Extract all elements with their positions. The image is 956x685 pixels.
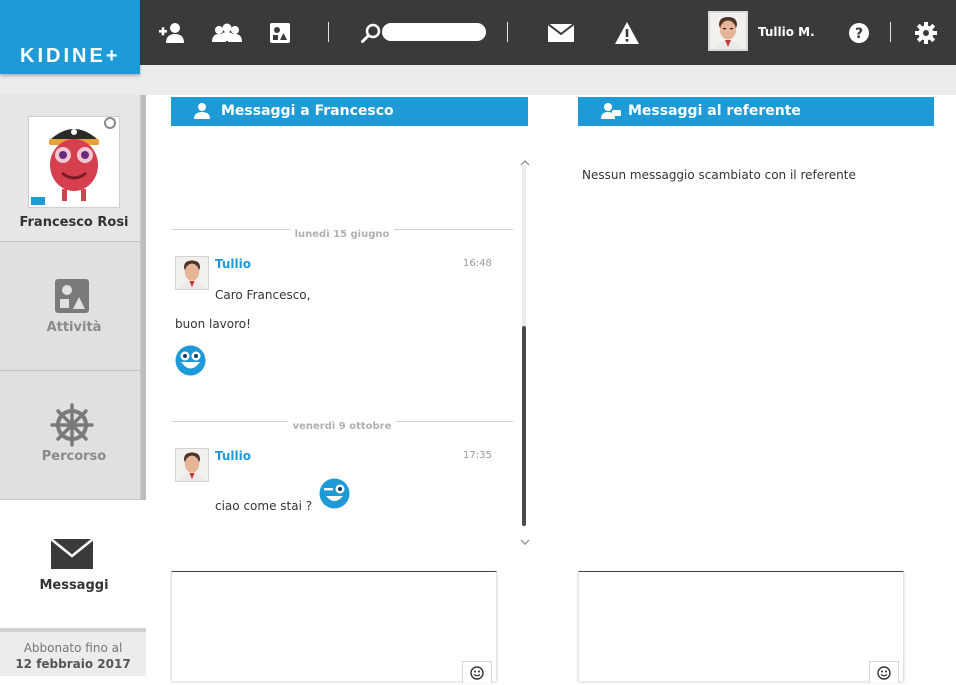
subscription-line: Abbonato fino al <box>23 641 123 655</box>
compose-box-referente <box>578 571 904 683</box>
date-separator: venerdì 9 ottobre <box>171 414 513 432</box>
emoji-picker-button[interactable] <box>462 661 492 683</box>
warning-icon[interactable] <box>613 19 641 47</box>
top-bar: Tullio M. ? <box>0 0 956 65</box>
divider <box>328 22 329 42</box>
search-input[interactable] <box>382 23 486 41</box>
message-time: 16:48 <box>463 258 492 269</box>
sub-bar <box>0 65 956 95</box>
activities-icon[interactable] <box>266 19 294 47</box>
divider <box>890 22 891 42</box>
group-icon[interactable] <box>211 19 243 47</box>
laughing-emoji-icon <box>175 345 206 376</box>
help-icon[interactable]: ? <box>845 19 873 47</box>
smiley-icon <box>470 666 484 680</box>
user-name[interactable]: Tullio M. <box>758 25 815 39</box>
message-author[interactable]: Tullio <box>215 257 251 271</box>
message-author[interactable]: Tullio <box>215 449 251 463</box>
profile-avatar <box>28 116 120 208</box>
date-separator: lunedì 15 giugno <box>171 222 513 240</box>
app-logo[interactable]: KIDINE+ <box>0 0 140 74</box>
activities-icon <box>50 274 94 318</box>
sidebar-item-percorso[interactable]: Percorso <box>0 370 141 499</box>
date-label: lunedì 15 giugno <box>289 229 395 240</box>
chevron-down-icon[interactable] <box>520 531 530 546</box>
divider <box>507 22 508 42</box>
message-avatar <box>175 256 209 290</box>
gear-icon[interactable] <box>912 19 940 47</box>
panel-header-referente: Messaggi al referente <box>578 97 934 126</box>
mail-icon[interactable] <box>547 19 575 47</box>
message-text: Caro Francesco, <box>215 288 311 302</box>
panel-header-francesco: Messaggi a Francesco <box>171 97 528 126</box>
sidebar-edge <box>141 95 146 500</box>
svg-text:?: ? <box>855 26 863 42</box>
empty-messages-text: Nessun messaggio scambiato con il refere… <box>582 168 856 182</box>
search-box <box>358 21 488 43</box>
user-avatar[interactable] <box>708 11 748 51</box>
panel-title: Messaggi a Francesco <box>221 103 394 119</box>
sidebar-item-label: Attività <box>46 320 102 335</box>
subscription-date: 12 febbraio 2017 <box>15 657 131 671</box>
user-chat-icon <box>600 102 622 131</box>
chevron-up-icon[interactable] <box>520 152 530 166</box>
message-avatar <box>175 448 209 482</box>
smiley-icon <box>877 666 891 680</box>
profile-card[interactable]: Francesco Rosi <box>0 95 141 241</box>
sidebar-item-attivita[interactable]: Attività <box>0 241 141 370</box>
status-indicator <box>104 117 116 129</box>
helm-icon <box>50 403 94 447</box>
message-time: 17:35 <box>463 450 492 461</box>
message-list: lunedì 15 giugno Tullio 16:48 Caro Franc… <box>171 126 516 546</box>
message-input[interactable] <box>579 572 903 681</box>
search-icon[interactable] <box>360 22 382 48</box>
mail-icon <box>50 532 94 576</box>
message-text: buon lavoro! <box>175 317 251 331</box>
subscription-info: Abbonato fino al 12 febbraio 2017 <box>0 628 146 676</box>
compose-box-francesco <box>171 571 497 683</box>
panel-title: Messaggi al referente <box>628 103 801 119</box>
winking-emoji-icon <box>319 478 350 509</box>
emoji-picker-button[interactable] <box>869 661 899 683</box>
add-user-icon[interactable] <box>158 19 186 47</box>
message-input[interactable] <box>172 572 496 681</box>
chat-scrollbar[interactable] <box>520 148 530 546</box>
scroll-thumb[interactable] <box>522 326 526 526</box>
message-text: ciao come stai ? <box>215 499 313 513</box>
sidebar-item-label: Percorso <box>41 449 107 464</box>
sidebar-item-messaggi[interactable]: Messaggi <box>0 499 146 628</box>
profile-name: Francesco Rosi <box>19 215 129 230</box>
sidebar: Francesco Rosi Attività Percorso Messagg… <box>0 95 146 676</box>
date-label: venerdì 9 ottobre <box>287 421 397 432</box>
sidebar-item-label: Messaggi <box>39 578 109 593</box>
